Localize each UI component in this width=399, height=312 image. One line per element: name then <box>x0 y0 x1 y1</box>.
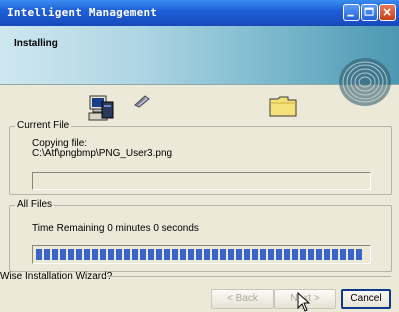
progress-segment <box>276 249 282 260</box>
cancel-button[interactable]: Cancel <box>341 289 391 309</box>
time-remaining-text: Time Remaining 0 minutes 0 seconds <box>32 223 199 234</box>
all-files-group: All Files Time Remaining 0 minutes 0 sec… <box>9 199 392 272</box>
mouse-cursor-icon <box>297 292 311 312</box>
progress-segment <box>340 249 346 260</box>
progress-segment <box>204 249 210 260</box>
progress-segment <box>148 249 154 260</box>
current-file-group: Current File Copying file: C:\Atf\pngbmp… <box>9 120 392 195</box>
current-file-path: C:\Atf\pngbmp\PNG_User3.png <box>32 148 173 159</box>
progress-segment <box>252 249 258 260</box>
folder-icon <box>269 96 297 117</box>
progress-segment <box>188 249 194 260</box>
all-files-legend: All Files <box>15 199 55 210</box>
header-banner: Installing <box>0 26 399 106</box>
progress-segment <box>348 249 354 260</box>
progress-segment <box>292 249 298 260</box>
current-file-legend: Current File <box>15 120 72 131</box>
all-files-progress-bar <box>32 245 371 264</box>
maximize-icon <box>364 7 374 16</box>
minimize-button[interactable] <box>343 4 360 21</box>
progress-segment <box>100 249 106 260</box>
title-bar[interactable]: Intelligent Management <box>0 0 399 26</box>
progress-segment <box>76 249 82 260</box>
progress-segment <box>164 249 170 260</box>
progress-segment <box>156 249 162 260</box>
progress-segment <box>124 249 130 260</box>
progress-segment <box>60 249 66 260</box>
progress-segment <box>180 249 186 260</box>
progress-segment <box>260 249 266 260</box>
progress-segment <box>228 249 234 260</box>
close-button[interactable] <box>379 4 396 21</box>
progress-segment <box>244 249 250 260</box>
progress-segment <box>36 249 42 260</box>
close-icon <box>383 8 391 16</box>
progress-segment <box>52 249 58 260</box>
progress-segment <box>172 249 178 260</box>
progress-segment <box>84 249 90 260</box>
disk-icon <box>134 95 150 108</box>
progress-segment <box>316 249 322 260</box>
progress-segment <box>116 249 122 260</box>
progress-segment <box>68 249 74 260</box>
progress-segment <box>92 249 98 260</box>
progress-segment <box>356 249 362 260</box>
progress-segment <box>332 249 338 260</box>
progress-segment <box>140 249 146 260</box>
current-file-progress-bar <box>32 172 371 190</box>
fingerprint-icon <box>339 58 391 106</box>
progress-segment <box>212 249 218 260</box>
minimize-icon <box>347 14 354 17</box>
back-button[interactable]: < Back <box>211 289 274 309</box>
progress-segment <box>44 249 50 260</box>
computer-icon <box>88 95 114 121</box>
progress-segment <box>300 249 306 260</box>
page-title: Installing <box>14 38 58 49</box>
window-title: Intelligent Management <box>7 6 158 19</box>
progress-segment <box>284 249 290 260</box>
progress-segment <box>108 249 114 260</box>
maximize-button[interactable] <box>361 4 378 21</box>
progress-segment <box>196 249 202 260</box>
progress-segment <box>268 249 274 260</box>
progress-segment <box>324 249 330 260</box>
progress-segment <box>220 249 226 260</box>
progress-segment <box>236 249 242 260</box>
wizard-brand-label: Wise Installation Wizard? <box>0 271 113 282</box>
progress-segment <box>308 249 314 260</box>
footer-divider <box>105 276 391 277</box>
progress-segment <box>132 249 138 260</box>
